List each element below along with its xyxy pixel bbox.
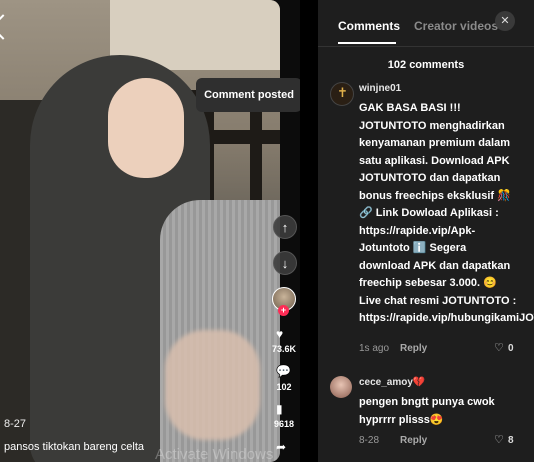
comment-date: 8-28	[359, 435, 380, 446]
panel-tabs: Comments Creator videos ✕	[318, 0, 534, 47]
follow-plus-icon[interactable]: +	[278, 305, 289, 316]
close-icon[interactable]: ✕	[495, 11, 515, 31]
video-frame	[0, 0, 280, 462]
comment-count: 102	[276, 382, 292, 392]
avatar[interactable]: ✝	[330, 82, 354, 106]
comment-text: pengen bngtt punya cwok hyprrrr plisss😍	[359, 396, 495, 426]
video-player[interactable]: Comment posted ↑ ↓ + ♥ 73.6K 💬 102 ▮ 961…	[0, 0, 300, 462]
reply-button[interactable]: Reply	[400, 435, 427, 446]
save-count: 9618	[273, 419, 295, 429]
heart-outline-icon[interactable]: ♡	[494, 341, 504, 354]
video-caption: pansos tiktokan bareng celta	[4, 441, 145, 453]
comment-username[interactable]: cece_amoy💔	[359, 377, 425, 388]
heart-icon[interactable]: ♥	[276, 327, 283, 341]
comment-total: 102 comments	[387, 59, 465, 71]
video-date: 8-27	[4, 418, 27, 430]
person-hand	[165, 330, 260, 440]
bookmark-icon[interactable]: ▮	[276, 402, 283, 416]
avatar[interactable]	[330, 376, 352, 398]
comment-username[interactable]: winjne01	[359, 83, 401, 94]
person-face	[108, 78, 184, 178]
tab-comments[interactable]: Comments	[338, 19, 400, 33]
comment-posted-toast: Comment posted	[196, 78, 300, 112]
reply-button[interactable]: Reply	[400, 343, 427, 354]
like-count: 73.6K	[271, 344, 297, 354]
comment-text: GAK BASA BASI !!! JOTUNTOTO menghadirkan…	[359, 102, 534, 324]
arrow-down-icon[interactable]: ↓	[273, 251, 297, 275]
comment-date: 1s ago	[359, 343, 390, 354]
comment-icon[interactable]: 💬	[276, 364, 291, 378]
tab-creator-videos[interactable]: Creator videos	[414, 19, 498, 33]
comment-like-count: 0	[508, 343, 514, 354]
heart-outline-icon[interactable]: ♡	[494, 433, 504, 446]
comment-like-count: 8	[508, 435, 514, 446]
windows-watermark: Activate Windows	[155, 446, 274, 462]
share-icon[interactable]: ➦	[276, 440, 286, 454]
cross-icon: ✝	[337, 85, 348, 100]
arrow-up-icon[interactable]: ↑	[273, 215, 297, 239]
active-tab-underline	[338, 42, 396, 44]
comments-panel: Comments Creator videos ✕ 102 comments ✝…	[318, 0, 534, 462]
